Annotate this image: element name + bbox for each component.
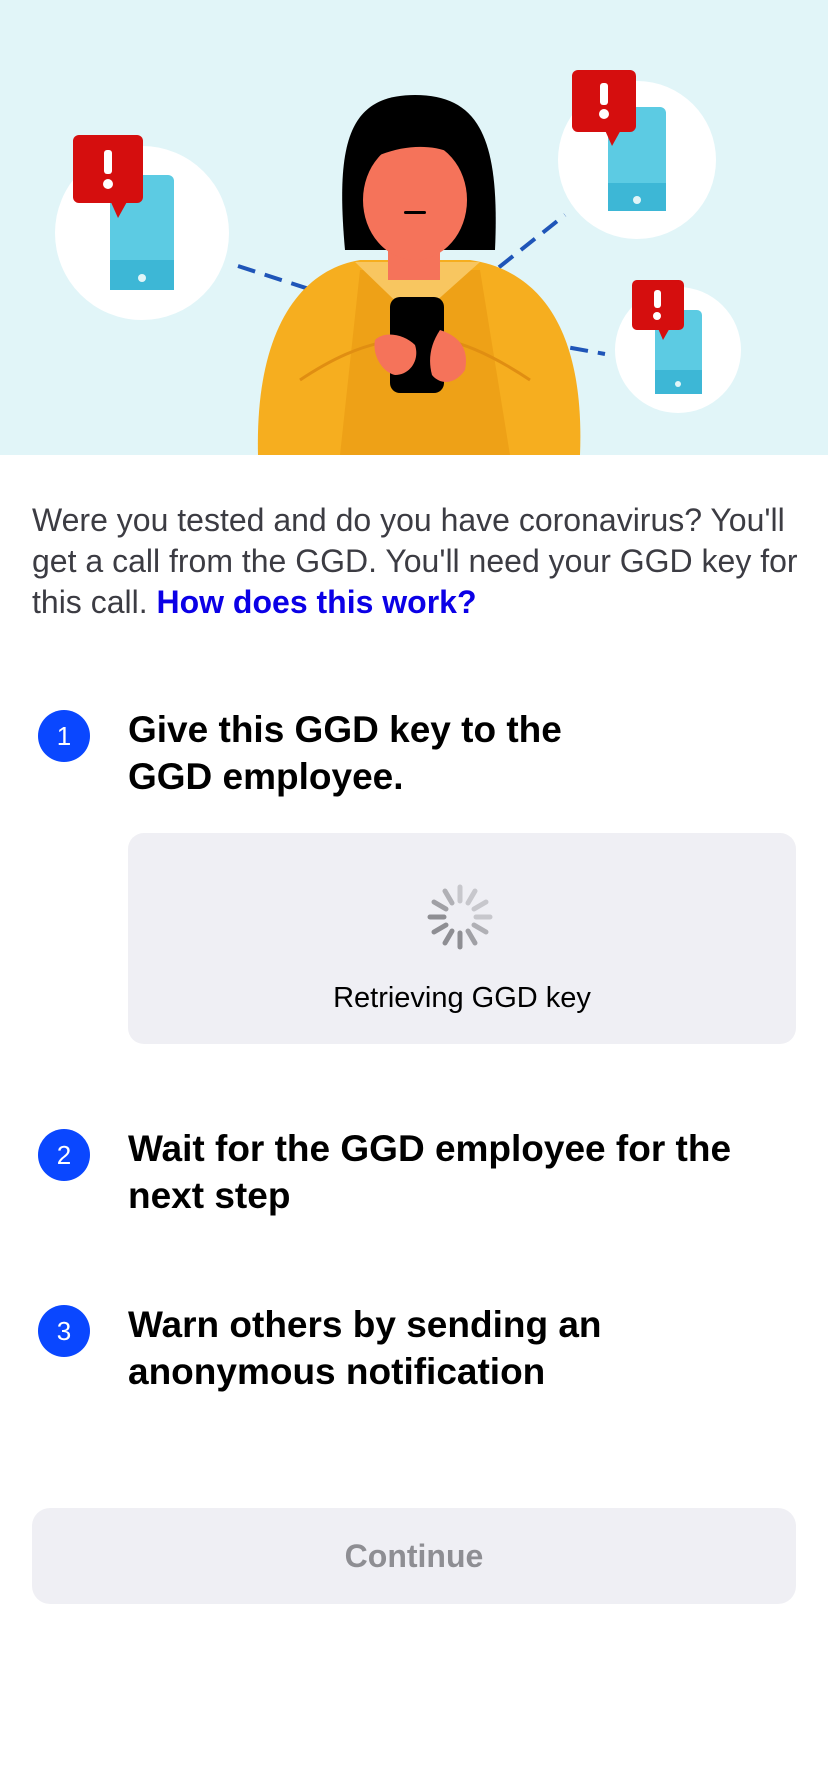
intro-paragraph: Were you tested and do you have coronavi… — [32, 500, 802, 623]
woman-figure — [257, 95, 581, 455]
phone-alert-icon-bottom-right — [615, 280, 741, 413]
retrieving-key-label: Retrieving GGD key — [333, 982, 591, 1014]
step-1-badge: 1 — [38, 710, 90, 762]
phone-alert-icon-left — [55, 135, 229, 320]
step-3-title: Warn others by sending an anonymous noti… — [128, 1304, 602, 1392]
step-2-title: Wait for the GGD employee for the next s… — [128, 1128, 732, 1216]
phone-alert-icon-top-right — [558, 70, 716, 239]
how-does-this-work-link[interactable]: How does this work? — [156, 584, 476, 620]
step-2-badge: 2 — [38, 1129, 90, 1181]
infection-notification-illustration — [55, 70, 741, 455]
continue-button[interactable]: Continue — [32, 1508, 796, 1604]
hero-illustration — [0, 0, 828, 455]
ggd-key-box: Retrieving GGD key — [128, 833, 796, 1044]
step-1-title: Give this GGD key to the GGD employee. — [128, 709, 562, 797]
loading-spinner-icon — [427, 884, 493, 950]
step-3-badge: 3 — [38, 1305, 90, 1357]
